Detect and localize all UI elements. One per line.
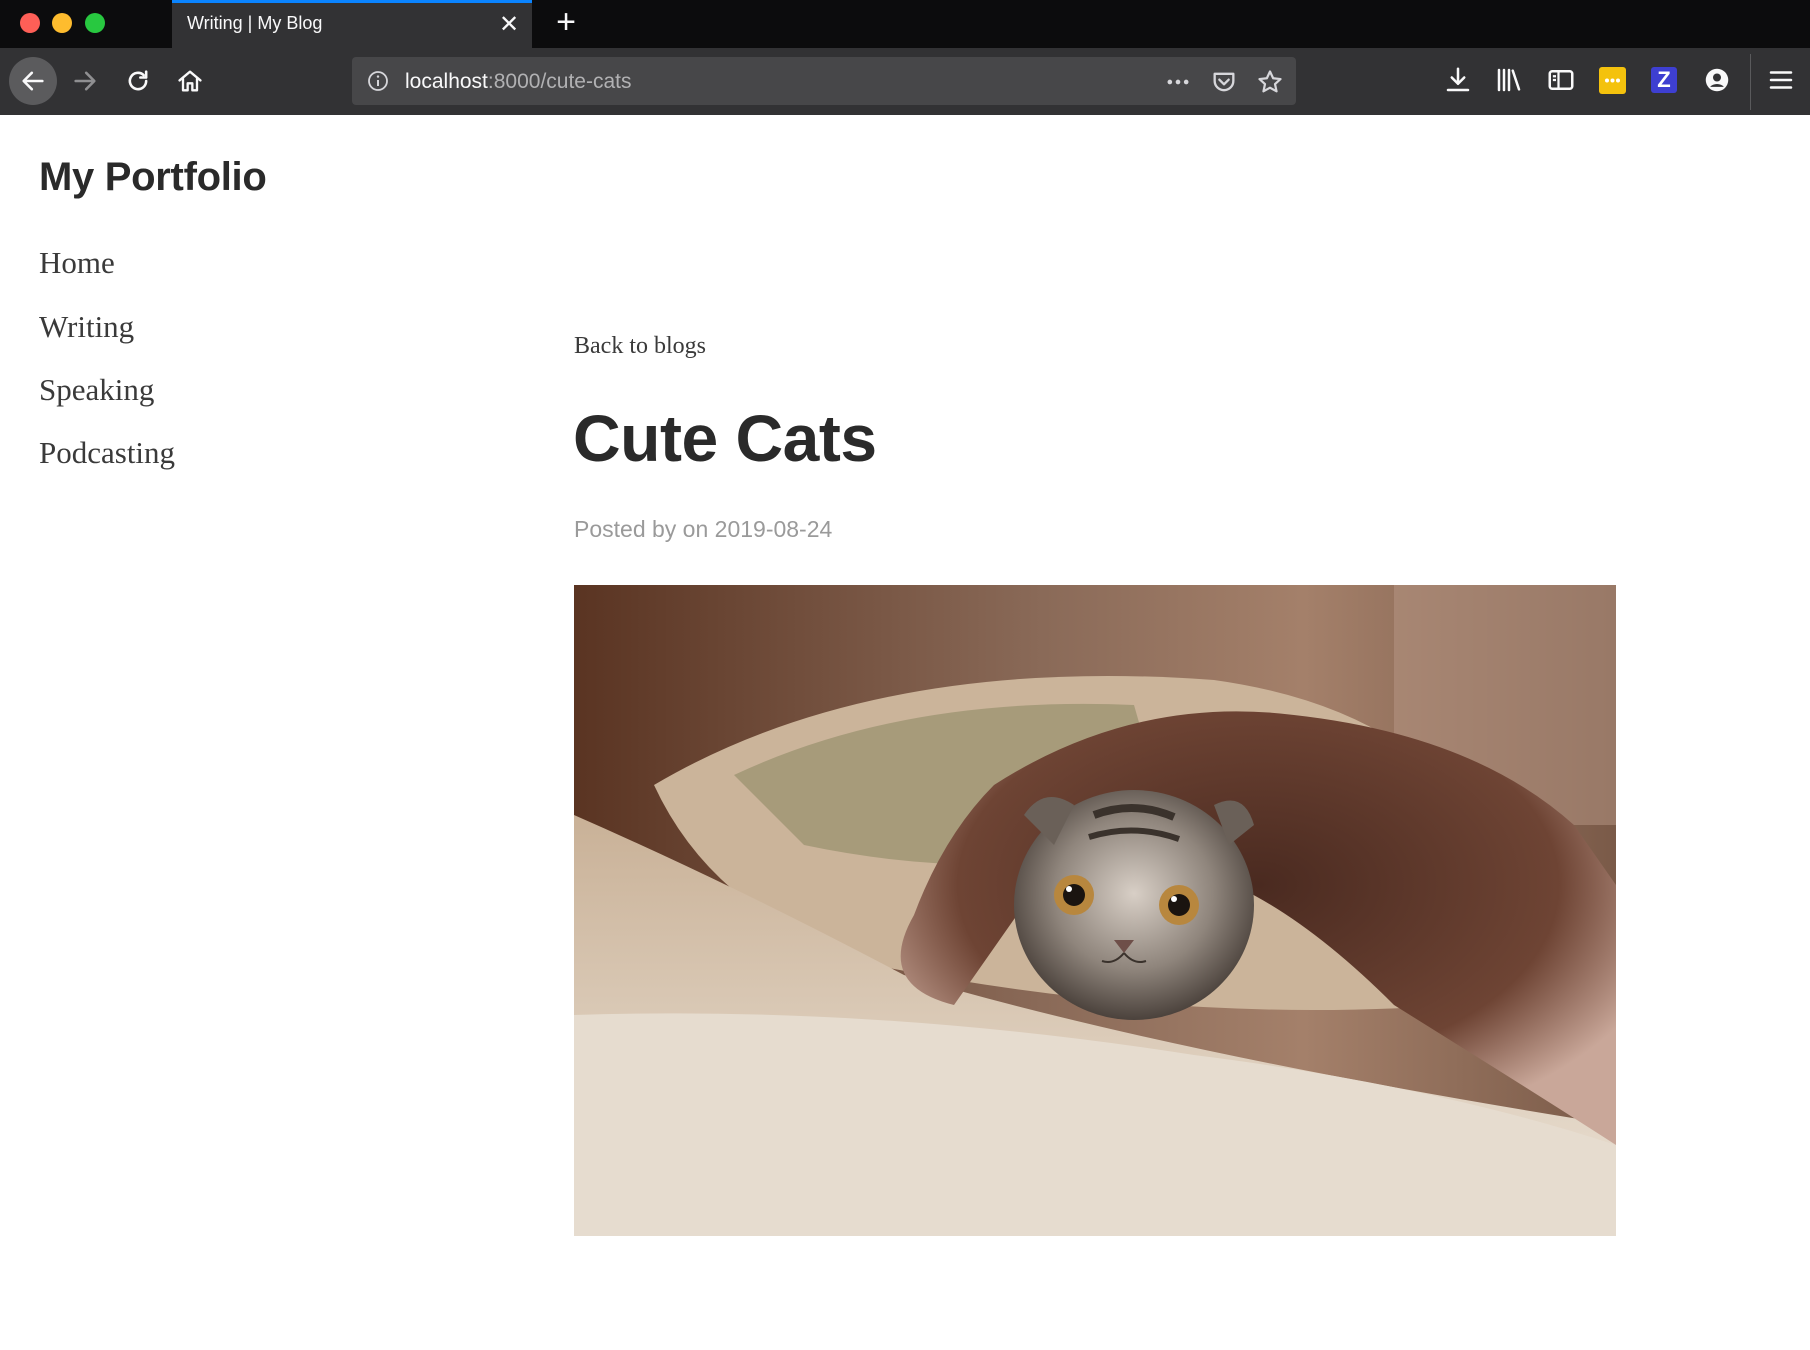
reload-icon — [128, 70, 148, 91]
post-title: Cute Cats — [573, 401, 877, 475]
account-icon[interactable] — [1702, 65, 1732, 95]
arrow-left-icon — [22, 71, 44, 91]
cat-photo — [574, 585, 1616, 1236]
info-icon[interactable] — [366, 69, 390, 93]
tab-close-icon[interactable]: ✕ — [496, 12, 522, 38]
home-icon — [178, 70, 202, 92]
back-to-blogs-link[interactable]: Back to blogs — [574, 333, 706, 360]
arrow-right-icon — [74, 71, 96, 91]
nav-link-writing[interactable]: Writing — [39, 309, 134, 345]
hamburger-menu-icon[interactable] — [1766, 65, 1796, 95]
dots-icon — [1605, 78, 1620, 83]
more-actions-icon[interactable] — [1164, 68, 1192, 96]
z-extension-icon[interactable]: Z — [1651, 67, 1677, 93]
new-tab-button[interactable]: + — [550, 5, 582, 39]
browser-titlebar: Writing | My Blog ✕ + — [0, 0, 1810, 48]
address-bar[interactable]: localhost:8000/cute-cats — [352, 57, 1296, 105]
bookmark-star-icon[interactable] — [1256, 68, 1284, 96]
nav-link-speaking[interactable]: Speaking — [39, 372, 154, 408]
post-image — [574, 585, 1616, 1236]
extension-icon[interactable] — [1599, 67, 1626, 94]
minimize-window-button[interactable] — [52, 13, 72, 33]
reload-button[interactable] — [115, 58, 161, 104]
site-title[interactable]: My Portfolio — [39, 155, 267, 200]
nav-link-home[interactable]: Home — [39, 245, 115, 281]
sidebar-toggle-icon[interactable] — [1546, 65, 1576, 95]
url-host: localhost — [405, 70, 488, 93]
toolbar-separator — [1750, 54, 1751, 110]
close-window-button[interactable] — [20, 13, 40, 33]
url-text[interactable]: localhost:8000/cute-cats — [405, 70, 631, 94]
pocket-icon[interactable] — [1210, 68, 1238, 96]
browser-toolbar: localhost:8000/cute-cats Z — [0, 48, 1810, 115]
home-button[interactable] — [167, 58, 213, 104]
forward-button[interactable] — [62, 58, 108, 104]
tab-active[interactable]: Writing | My Blog ✕ — [172, 0, 532, 48]
tab-title: Writing | My Blog — [187, 13, 323, 33]
post-meta: Posted by on 2019-08-24 — [574, 516, 833, 542]
page-content: My Portfolio Home Writing Speaking Podca… — [0, 115, 1810, 1350]
library-icon[interactable] — [1494, 65, 1524, 95]
url-path: :8000/cute-cats — [487, 70, 632, 93]
maximize-window-button[interactable] — [85, 13, 105, 33]
download-icon[interactable] — [1443, 65, 1473, 95]
nav-link-podcasting[interactable]: Podcasting — [39, 435, 175, 471]
back-button[interactable] — [9, 57, 57, 105]
